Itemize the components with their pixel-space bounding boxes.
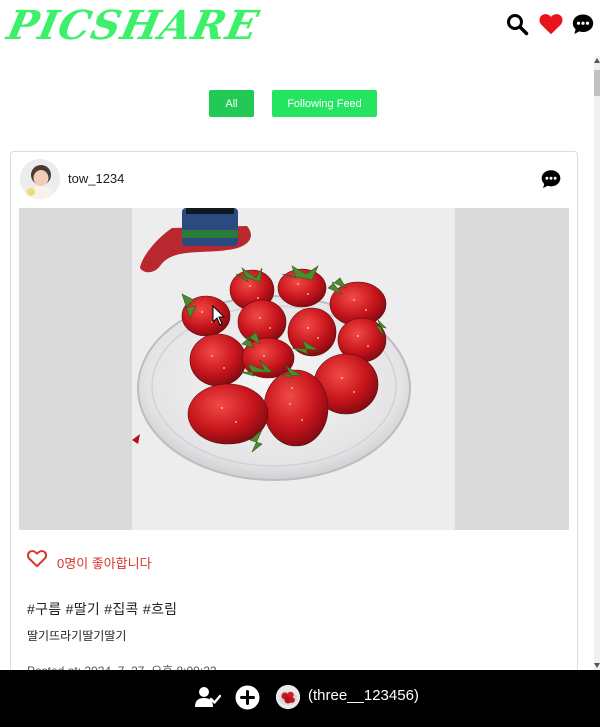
current-user-avatar[interactable] bbox=[276, 685, 300, 709]
post-hashtags[interactable]: #구름 #딸기 #집콕 #흐림 bbox=[27, 599, 177, 619]
scroll-thumb[interactable] bbox=[594, 70, 600, 96]
like-count-text: 0명이 좋아합니다 bbox=[57, 556, 152, 571]
post-image-container bbox=[19, 208, 569, 530]
scroll-down-arrow-icon[interactable] bbox=[594, 663, 600, 668]
heart-icon[interactable] bbox=[538, 11, 564, 37]
add-post-icon[interactable] bbox=[235, 685, 260, 710]
post-author-username[interactable]: tow_1234 bbox=[68, 171, 124, 186]
like-heart-icon[interactable] bbox=[26, 548, 48, 568]
post-photo[interactable] bbox=[132, 208, 455, 530]
search-icon[interactable] bbox=[505, 12, 529, 36]
post-card: tow_1234 0명이 좋아합니다 #구름 #딸기 #집콕 #흐림 딸기뜨라기… bbox=[10, 151, 578, 691]
app-logo[interactable]: PICSHARE bbox=[3, 2, 263, 50]
user-check-icon[interactable] bbox=[195, 686, 221, 708]
comment-icon[interactable] bbox=[540, 168, 562, 190]
current-user-name[interactable]: (three__123456) bbox=[308, 687, 419, 704]
filter-following-feed-button[interactable]: Following Feed bbox=[272, 90, 377, 117]
post-caption: 딸기뜨라기딸기딸기 bbox=[27, 629, 127, 643]
scrollbar[interactable] bbox=[594, 56, 600, 670]
post-author-avatar[interactable] bbox=[20, 159, 60, 199]
bottom-navigation-bar: (three__123456) bbox=[0, 670, 600, 727]
app-header: PICSHARE bbox=[0, 0, 600, 56]
filter-all-button[interactable]: All bbox=[209, 90, 254, 117]
scroll-up-arrow-icon[interactable] bbox=[594, 58, 600, 63]
chat-icon[interactable] bbox=[571, 12, 595, 36]
